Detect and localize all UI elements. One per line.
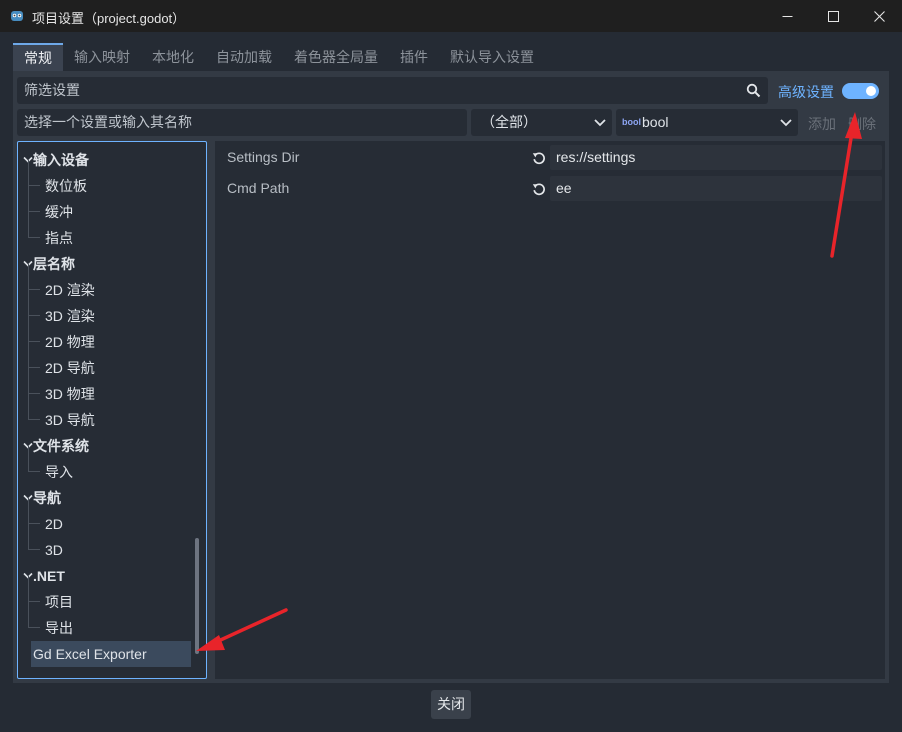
tree-item[interactable]: 导入 [45,459,73,485]
property-label-settings-dir: Settings Dir [227,149,300,165]
tree-item[interactable]: 3D [45,537,63,563]
minimize-button[interactable] [764,0,810,32]
settings-dir-field[interactable]: res://settings [550,145,882,170]
filter-settings-input[interactable]: 筛选设置 [17,77,768,104]
tree-connector-line [28,394,40,420]
tree-connector-line [28,316,40,342]
revert-icon[interactable] [532,151,546,165]
bool-type-icon: bool [622,117,641,127]
title-bar: 项目设置（project.godot） [0,0,902,32]
chevron-down-icon [594,119,606,127]
tab-input-map[interactable]: 输入映射 [63,43,141,71]
tree-connector-line [28,290,40,316]
tree-item[interactable]: 数位板 [45,173,87,199]
tree-connector-line [28,602,40,628]
tree-item[interactable]: 缓冲 [45,199,73,225]
maximize-icon [827,10,839,22]
search-icon[interactable] [746,83,761,98]
type-select[interactable]: bool bool [616,109,798,136]
tab-plugins[interactable]: 插件 [389,43,439,71]
tree-connector-line [28,446,40,472]
feature-scope-select[interactable]: （全部） [471,109,612,136]
setting-name-input[interactable]: 选择一个设置或输入其名称 [17,109,467,136]
tree-connector-line [28,498,40,524]
tree-section[interactable]: 输入设备 [33,147,89,173]
feature-scope-value: （全部） [481,114,537,130]
delete-setting-button[interactable]: 删除 [848,114,876,134]
type-select-value: bool [642,114,669,130]
close-icon [873,10,885,22]
tree-item-selected[interactable]: Gd Excel Exporter [31,641,191,667]
tree-item[interactable]: 3D 物理 [45,381,95,407]
tree-connector-line [28,264,40,290]
tree-item[interactable]: 2D 导航 [45,355,95,381]
chevron-down-icon [780,119,792,127]
advanced-settings-toggle[interactable] [842,83,879,99]
maximize-button[interactable] [810,0,856,32]
tree-connector-line [28,160,40,186]
tree-item[interactable]: 2D [45,511,63,537]
tree-connector-line [28,524,40,550]
advanced-settings-label: 高级设置 [778,84,834,100]
godot-app-icon [11,11,23,21]
close-window-button[interactable] [856,0,902,32]
tab-import-defaults[interactable]: 默认导入设置 [439,43,545,71]
tree-item[interactable]: 2D 物理 [45,329,95,355]
window-title: 项目设置（project.godot） [32,11,186,26]
tree-item[interactable]: 指点 [45,225,73,251]
tree-item[interactable]: 项目 [45,589,73,615]
tree-section[interactable]: 文件系统 [33,433,89,459]
tab-shader-globals[interactable]: 着色器全局量 [283,43,389,71]
tab-autoload[interactable]: 自动加载 [205,43,283,71]
tree-connector-line [28,342,40,368]
tab-localization[interactable]: 本地化 [141,43,205,71]
tree-scrollbar-thumb[interactable] [195,538,199,654]
close-button[interactable]: 关闭 [431,690,471,719]
tree-item[interactable]: 2D 渲染 [45,277,95,303]
tree-item[interactable]: 导出 [45,615,73,641]
minimize-icon [782,15,792,17]
tree-item[interactable]: 3D 渲染 [45,303,95,329]
settings-inspector [215,141,885,679]
cmd-path-field[interactable]: ee [550,176,882,201]
tab-general[interactable]: 常规 [13,43,63,71]
tree-connector-line [28,368,40,394]
settings-tabs: 常规 输入映射 本地化 自动加载 着色器全局量 插件 默认导入设置 [13,43,545,71]
add-setting-button[interactable]: 添加 [808,114,836,134]
property-label-cmd-path: Cmd Path [227,180,290,196]
tree-item[interactable]: 3D 导航 [45,407,95,433]
revert-icon[interactable] [532,182,546,196]
tree-connector-line [28,576,40,602]
tree-connector-line [28,212,40,238]
tree-connector-line [28,186,40,212]
